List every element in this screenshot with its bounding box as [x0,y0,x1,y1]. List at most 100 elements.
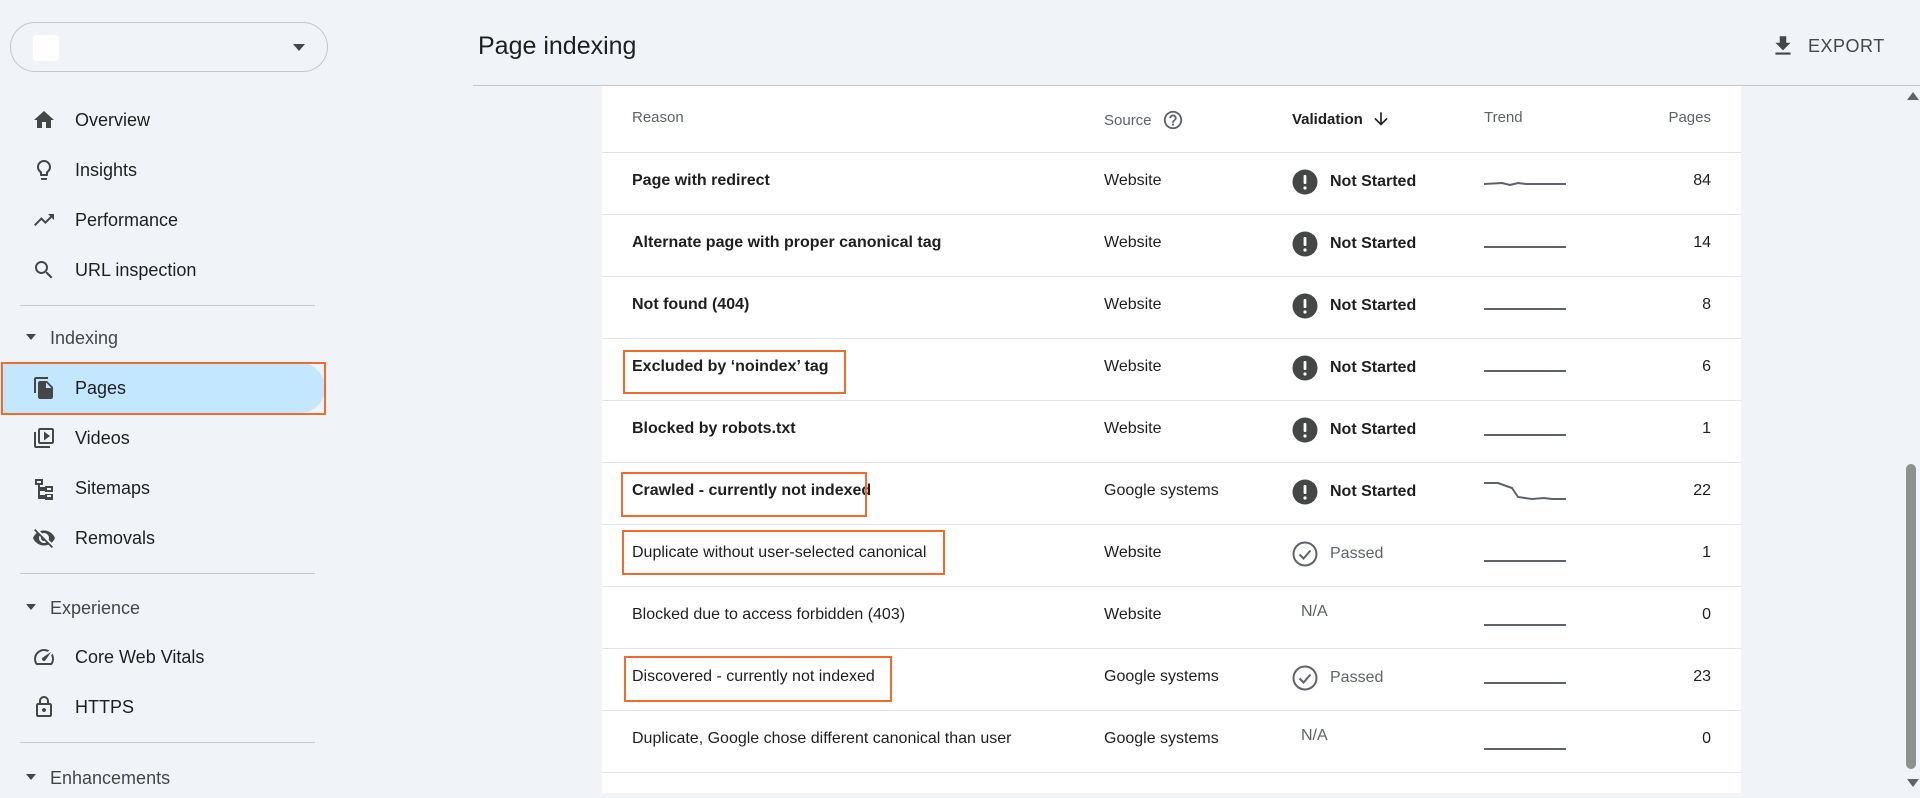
sidebar-item-videos[interactable]: Videos [0,413,325,463]
table-row[interactable]: Crawled - currently not indexed Google sy… [602,463,1741,525]
table-row[interactable]: Excluded by ‘noindex’ tag Website Not Star… [602,339,1741,401]
validation-status: N/A [1301,727,1328,744]
validation-status: Not Started [1330,359,1417,376]
issues-table: Reason Source Validation Trend Pages Pag… [602,86,1741,793]
check-circle-icon [1292,541,1318,567]
sidebar-divider [20,305,315,306]
section-label: Experience [50,598,141,618]
pages-cell: 8 [1702,296,1711,313]
sidebar-item-core-web-vitals[interactable]: Core Web Vitals [0,632,325,682]
sidebar-item-label: Removals [75,528,156,548]
alert-icon [1292,293,1318,319]
reason-cell: Duplicate, Google chose different canoni… [632,730,1012,747]
property-selector[interactable] [10,22,328,72]
table-row[interactable]: Page with redirect Website Not Started 84 [602,153,1741,215]
section-header-indexing[interactable]: Indexing [0,318,320,358]
table-row[interactable]: Duplicate without user-selected canonica… [602,525,1741,587]
table-row[interactable]: Blocked by robots.txt Website Not Started 1 [602,401,1741,463]
sidebar-item-label: Overview [75,110,151,130]
sidebar-divider [20,573,315,574]
validation-status: Not Started [1330,483,1417,500]
trend-sparkline [1484,308,1566,310]
column-header-validation[interactable]: Validation [1292,109,1391,129]
export-button[interactable]: EXPORT [1770,30,1885,62]
reason-cell: Excluded by ‘noindex’ tag [632,358,829,375]
table-row[interactable]: Not found (404) Website Not Started 8 [602,277,1741,339]
pages-cell: 1 [1702,420,1711,437]
section-header-experience[interactable]: Experience [0,588,320,628]
property-favicon-icon [33,35,59,61]
lock-icon [32,695,56,719]
sidebar-item-removals[interactable]: Removals [0,513,325,563]
reason-cell: Duplicate without user-selected canonica… [632,544,927,561]
alert-icon [1292,417,1318,443]
validation-cell: Not Started [1292,169,1416,195]
sidebar-item-sitemaps[interactable]: Sitemaps [0,463,325,513]
validation-status: N/A [1301,603,1328,620]
download-icon [1775,36,1791,55]
validation-status: Passed [1330,669,1384,686]
source-cell: Google systems [1104,482,1219,499]
reason-cell: Not found (404) [632,296,750,313]
sidebar-item-https[interactable]: HTTPS [0,682,325,732]
source-cell: Website [1104,296,1162,313]
scrollbar[interactable] [1904,86,1920,793]
pages-cell: 0 [1702,730,1711,747]
table-row[interactable]: Alternate page with proper canonical tag… [602,215,1741,277]
column-header-trend[interactable]: Trend [1484,109,1523,126]
source-cell: Website [1104,544,1162,561]
source-cell: Website [1104,172,1162,189]
table-row[interactable]: Discovered - currently not indexed Google… [602,649,1741,711]
validation-cell: Not Started [1292,417,1416,443]
alert-icon [1292,231,1318,257]
column-header-source[interactable]: Source [1104,109,1184,131]
alert-icon [1292,479,1318,505]
trend-sparkline [1484,682,1566,684]
validation-status: Passed [1330,545,1384,562]
sidebar-item-label: Pages [75,378,127,398]
source-cell: Google systems [1104,730,1219,747]
sidebar: Overview Insights Performance URL inspec… [0,0,330,793]
pages-cell: 6 [1702,358,1711,375]
column-header-reason[interactable]: Reason [632,109,684,126]
sidebar-item-label: Core Web Vitals [75,647,205,667]
section-header-enhancements[interactable]: Enhancements [0,758,320,798]
sidebar-item-label: URL inspection [75,260,197,280]
source-cell: Google systems [1104,668,1219,685]
source-cell: Website [1104,606,1162,623]
validation-status: Not Started [1330,421,1417,438]
sidebar-item-overview[interactable]: Overview [0,95,325,145]
validation-status: Not Started [1330,173,1417,190]
reason-cell: Page with redirect [632,172,770,189]
reason-cell: Discovered - currently not indexed [632,668,875,685]
pages-icon [32,376,56,400]
sidebar-item-label: Sitemaps [75,478,151,498]
alert-icon [1292,169,1318,195]
sidebar-item-pages[interactable]: Pages [0,363,325,413]
validation-cell: Not Started [1292,293,1416,319]
scroll-up-icon[interactable] [1907,92,1919,100]
table-row[interactable]: Duplicate, Google chose different canoni… [602,711,1741,773]
trending-up-icon [32,208,56,232]
column-header-label: Validation [1292,110,1363,128]
sidebar-item-insights[interactable]: Insights [0,145,325,195]
help-icon[interactable] [1162,109,1184,131]
column-header-pages[interactable]: Pages [1668,109,1711,126]
scroll-thumb[interactable] [1906,464,1916,769]
sidebar-item-performance[interactable]: Performance [0,195,325,245]
pages-cell: 23 [1693,668,1711,685]
table-row[interactable]: Blocked due to access forbidden (403) Web… [602,587,1741,649]
collapse-caret-icon [26,604,36,610]
reason-cell: Blocked due to access forbidden (403) [632,606,906,623]
sidebar-item-url-inspection[interactable]: URL inspection [0,245,325,295]
sitemap-icon [32,476,56,500]
scroll-down-icon[interactable] [1907,779,1919,787]
pages-cell: 1 [1702,544,1711,561]
home-icon [32,108,56,132]
pages-cell: 22 [1693,482,1711,499]
validation-status: Not Started [1330,297,1417,314]
reason-cell: Alternate page with proper canonical tag [632,234,942,251]
trend-line [1484,482,1566,501]
source-cell: Website [1104,420,1162,437]
validation-cell: Not Started [1292,355,1416,381]
